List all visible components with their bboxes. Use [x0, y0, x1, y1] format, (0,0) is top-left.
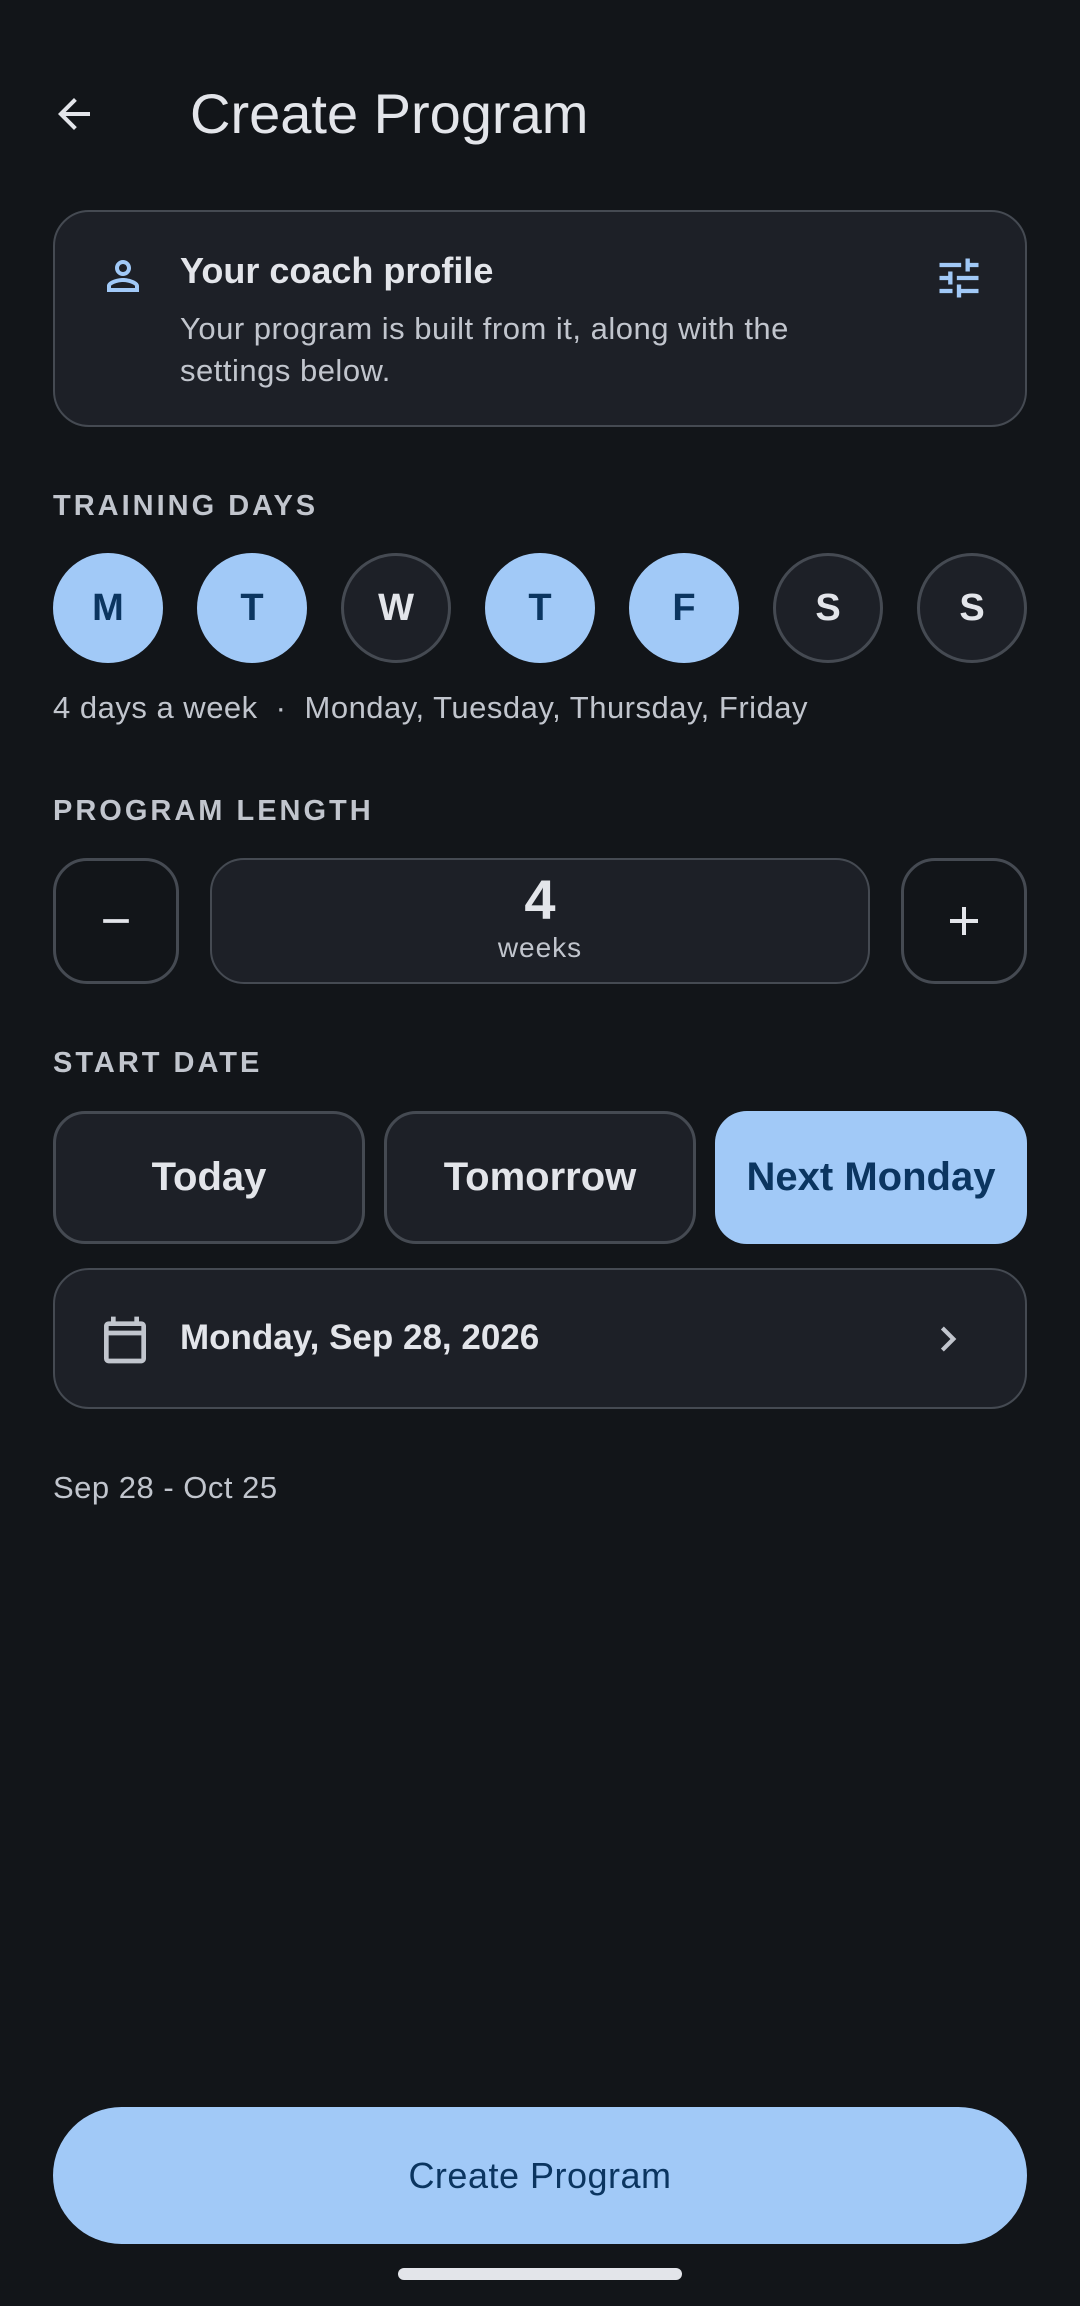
person-icon	[107, 260, 139, 292]
coach-profile-description: Your program is built from it, along wit…	[180, 311, 789, 388]
training-days-label: TRAINING DAYS	[53, 490, 319, 522]
day-friday[interactable]: F	[629, 553, 739, 663]
coach-profile-card[interactable]: Your coach profile Your program is built…	[53, 210, 1027, 427]
day-thursday[interactable]: T	[485, 553, 595, 663]
create-program-screen: Create Program Your coach profile Your p…	[0, 0, 1080, 2306]
program-date-range: Sep 28 - Oct 25	[53, 1470, 278, 1505]
tune-icon	[939, 258, 979, 298]
selected-start-date: Monday, Sep 28, 2026	[180, 1318, 540, 1357]
separator-dot: ·	[275, 690, 287, 725]
top-app-bar: Create Program	[0, 60, 1080, 170]
increase-weeks-button[interactable]	[901, 858, 1027, 984]
program-length-label: PROGRAM LENGTH	[53, 795, 374, 827]
start-today-chip[interactable]: Today	[53, 1111, 365, 1244]
day-sunday[interactable]: S	[917, 553, 1027, 663]
coach-profile-title: Your coach profile	[180, 250, 494, 291]
home-indicator[interactable]	[398, 2268, 682, 2280]
arrow-back-icon	[58, 98, 90, 130]
day-wednesday[interactable]: W	[341, 553, 451, 663]
weeks-unit: weeks	[497, 932, 583, 963]
day-tuesday[interactable]: T	[197, 553, 307, 663]
training-days-summary: 4 days a week · Monday, Tuesday, Thursday,…	[53, 690, 808, 726]
program-length-value: 4 weeks	[210, 858, 870, 984]
days-per-week: 4 days a week	[53, 690, 258, 725]
start-tomorrow-chip[interactable]: Tomorrow	[384, 1111, 696, 1244]
start-date-label: START DATE	[53, 1047, 263, 1079]
training-days-selector: M T W T F S S	[53, 553, 1027, 665]
page-title: Create Program	[190, 82, 589, 145]
start-next-monday-chip[interactable]: Next Monday	[715, 1111, 1027, 1244]
weeks-count: 4	[524, 868, 556, 931]
back-button[interactable]	[40, 80, 108, 148]
plus-icon	[950, 907, 978, 935]
chevron-right-icon	[940, 1326, 957, 1352]
day-monday[interactable]: M	[53, 553, 163, 663]
minus-icon	[103, 919, 129, 923]
decrease-weeks-button[interactable]	[53, 858, 179, 984]
calendar-icon	[104, 1316, 146, 1364]
date-picker-row[interactable]: Monday, Sep 28, 2026	[53, 1268, 1027, 1409]
create-program-button[interactable]: Create Program	[53, 2107, 1027, 2244]
edit-profile-button[interactable]	[927, 246, 991, 310]
day-saturday[interactable]: S	[773, 553, 883, 663]
selected-days-list: Monday, Tuesday, Thursday, Friday	[304, 690, 809, 725]
